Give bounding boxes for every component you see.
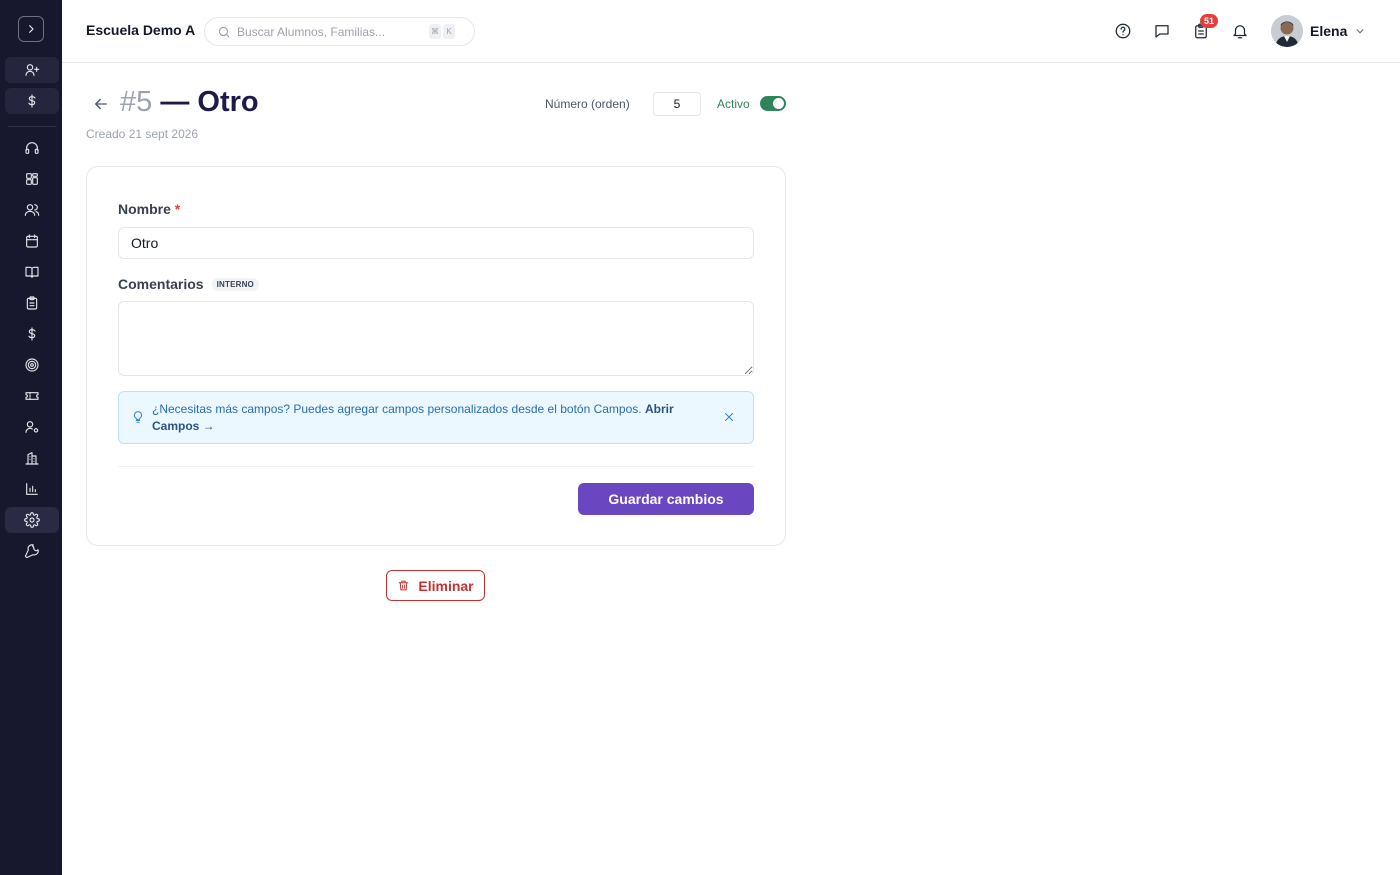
info-tip: ¿Necesitas más campos? Puedes agregar ca… [118,391,754,444]
lightbulb-icon [131,410,145,424]
comments-textarea[interactable] [118,301,754,376]
order-input[interactable] [653,92,701,116]
wrench-icon [25,544,39,558]
sidebar-item-headset[interactable] [5,135,59,161]
chevron-right-icon [29,25,34,33]
close-tip-button[interactable] [722,410,736,424]
sidebar-item-building[interactable] [5,445,59,471]
active-toggle[interactable] [760,96,786,111]
sidebar-item-dollar[interactable] [5,321,59,347]
target-icon [25,358,39,372]
toggle-knob [773,98,784,109]
created-date: Creado 21 sept 2026 [86,127,199,141]
internal-tag: INTERNO [211,278,259,291]
chevron-down-icon [1356,29,1364,34]
help-icon [1115,23,1131,39]
active-label: Activo [717,97,750,111]
sidebar-divider [8,126,56,127]
calendar-icon [26,234,38,248]
sidebar-item-wrench[interactable] [5,538,59,564]
close-icon [725,413,733,421]
name-input[interactable] [118,227,754,259]
comments-label: Comentarios INTERNO [118,276,259,292]
avatar[interactable] [1271,15,1303,47]
trash-icon [399,580,409,591]
sidebar-item-user-plus[interactable] [5,57,59,83]
avatar-image [1271,15,1303,47]
kbd-k: K [443,24,455,39]
clipboard-icon [26,296,38,310]
divider [118,466,754,467]
record-number: #5 [120,86,153,118]
record-title: — Otro [160,86,259,118]
delete-button[interactable]: Eliminar [386,570,485,601]
sidebar-item-dashboard-grid[interactable] [5,166,59,192]
dollar-icon [28,327,36,341]
book-icon [25,266,39,278]
sidebar-item-ticket[interactable] [5,383,59,409]
users-icon [24,204,40,216]
save-button[interactable]: Guardar cambios [578,483,754,515]
arrow-left-icon [95,98,107,110]
building-icon [25,452,39,465]
ticket-icon [25,392,39,400]
sidebar-item-book[interactable] [5,259,59,285]
sidebar-item-bar-chart[interactable] [5,476,59,502]
sidebar-item-clipboard[interactable] [5,290,59,316]
sidebar-item-dollar[interactable] [5,88,59,114]
page-title: #5 — Otro [120,86,259,119]
search-box[interactable]: ⌘ K [204,17,475,46]
delete-label: Eliminar [418,577,474,594]
sidebar-item-user-settings[interactable] [5,414,59,440]
messages-button[interactable] [1151,20,1173,42]
help-button[interactable] [1112,20,1134,42]
tip-text: ¿Necesitas más campos? Puedes agregar ca… [152,402,674,433]
search-input[interactable] [237,24,427,39]
sidebar-item-calendar[interactable] [5,228,59,254]
top-bar: Escuela Demo A ⌘ K 51 Elena [62,0,1400,63]
user-menu-toggle[interactable] [1353,24,1367,38]
bar-chart-icon [26,483,38,495]
sidebar-item-users[interactable] [5,197,59,223]
bell-icon [1233,25,1247,39]
user-plus-icon [25,64,40,76]
sidebar-expand-button[interactable] [18,16,44,42]
sidebar [0,0,62,875]
sidebar-item-gear[interactable] [5,507,59,533]
order-label: Número (orden) [545,97,630,111]
notifications-button[interactable] [1229,20,1251,42]
required-mark: * [174,201,181,217]
kbd-cmd: ⌘ [429,24,441,39]
sidebar-item-target[interactable] [5,352,59,378]
user-settings-icon [25,421,39,433]
form-card: Nombre * ComentariosINTERNO ¿Necesitas m… [86,166,786,546]
school-name: Escuela Demo A [86,22,196,38]
dashboard-grid-icon [26,173,38,185]
name-label: Nombre * [118,201,181,217]
search-icon [218,26,230,37]
tasks-badge: 51 [1200,14,1218,28]
dollar-icon [28,94,36,108]
user-name[interactable]: Elena [1310,23,1347,39]
headset-icon [25,142,39,154]
gear-icon [24,512,40,528]
back-button[interactable] [92,95,110,113]
message-icon [1155,25,1169,38]
